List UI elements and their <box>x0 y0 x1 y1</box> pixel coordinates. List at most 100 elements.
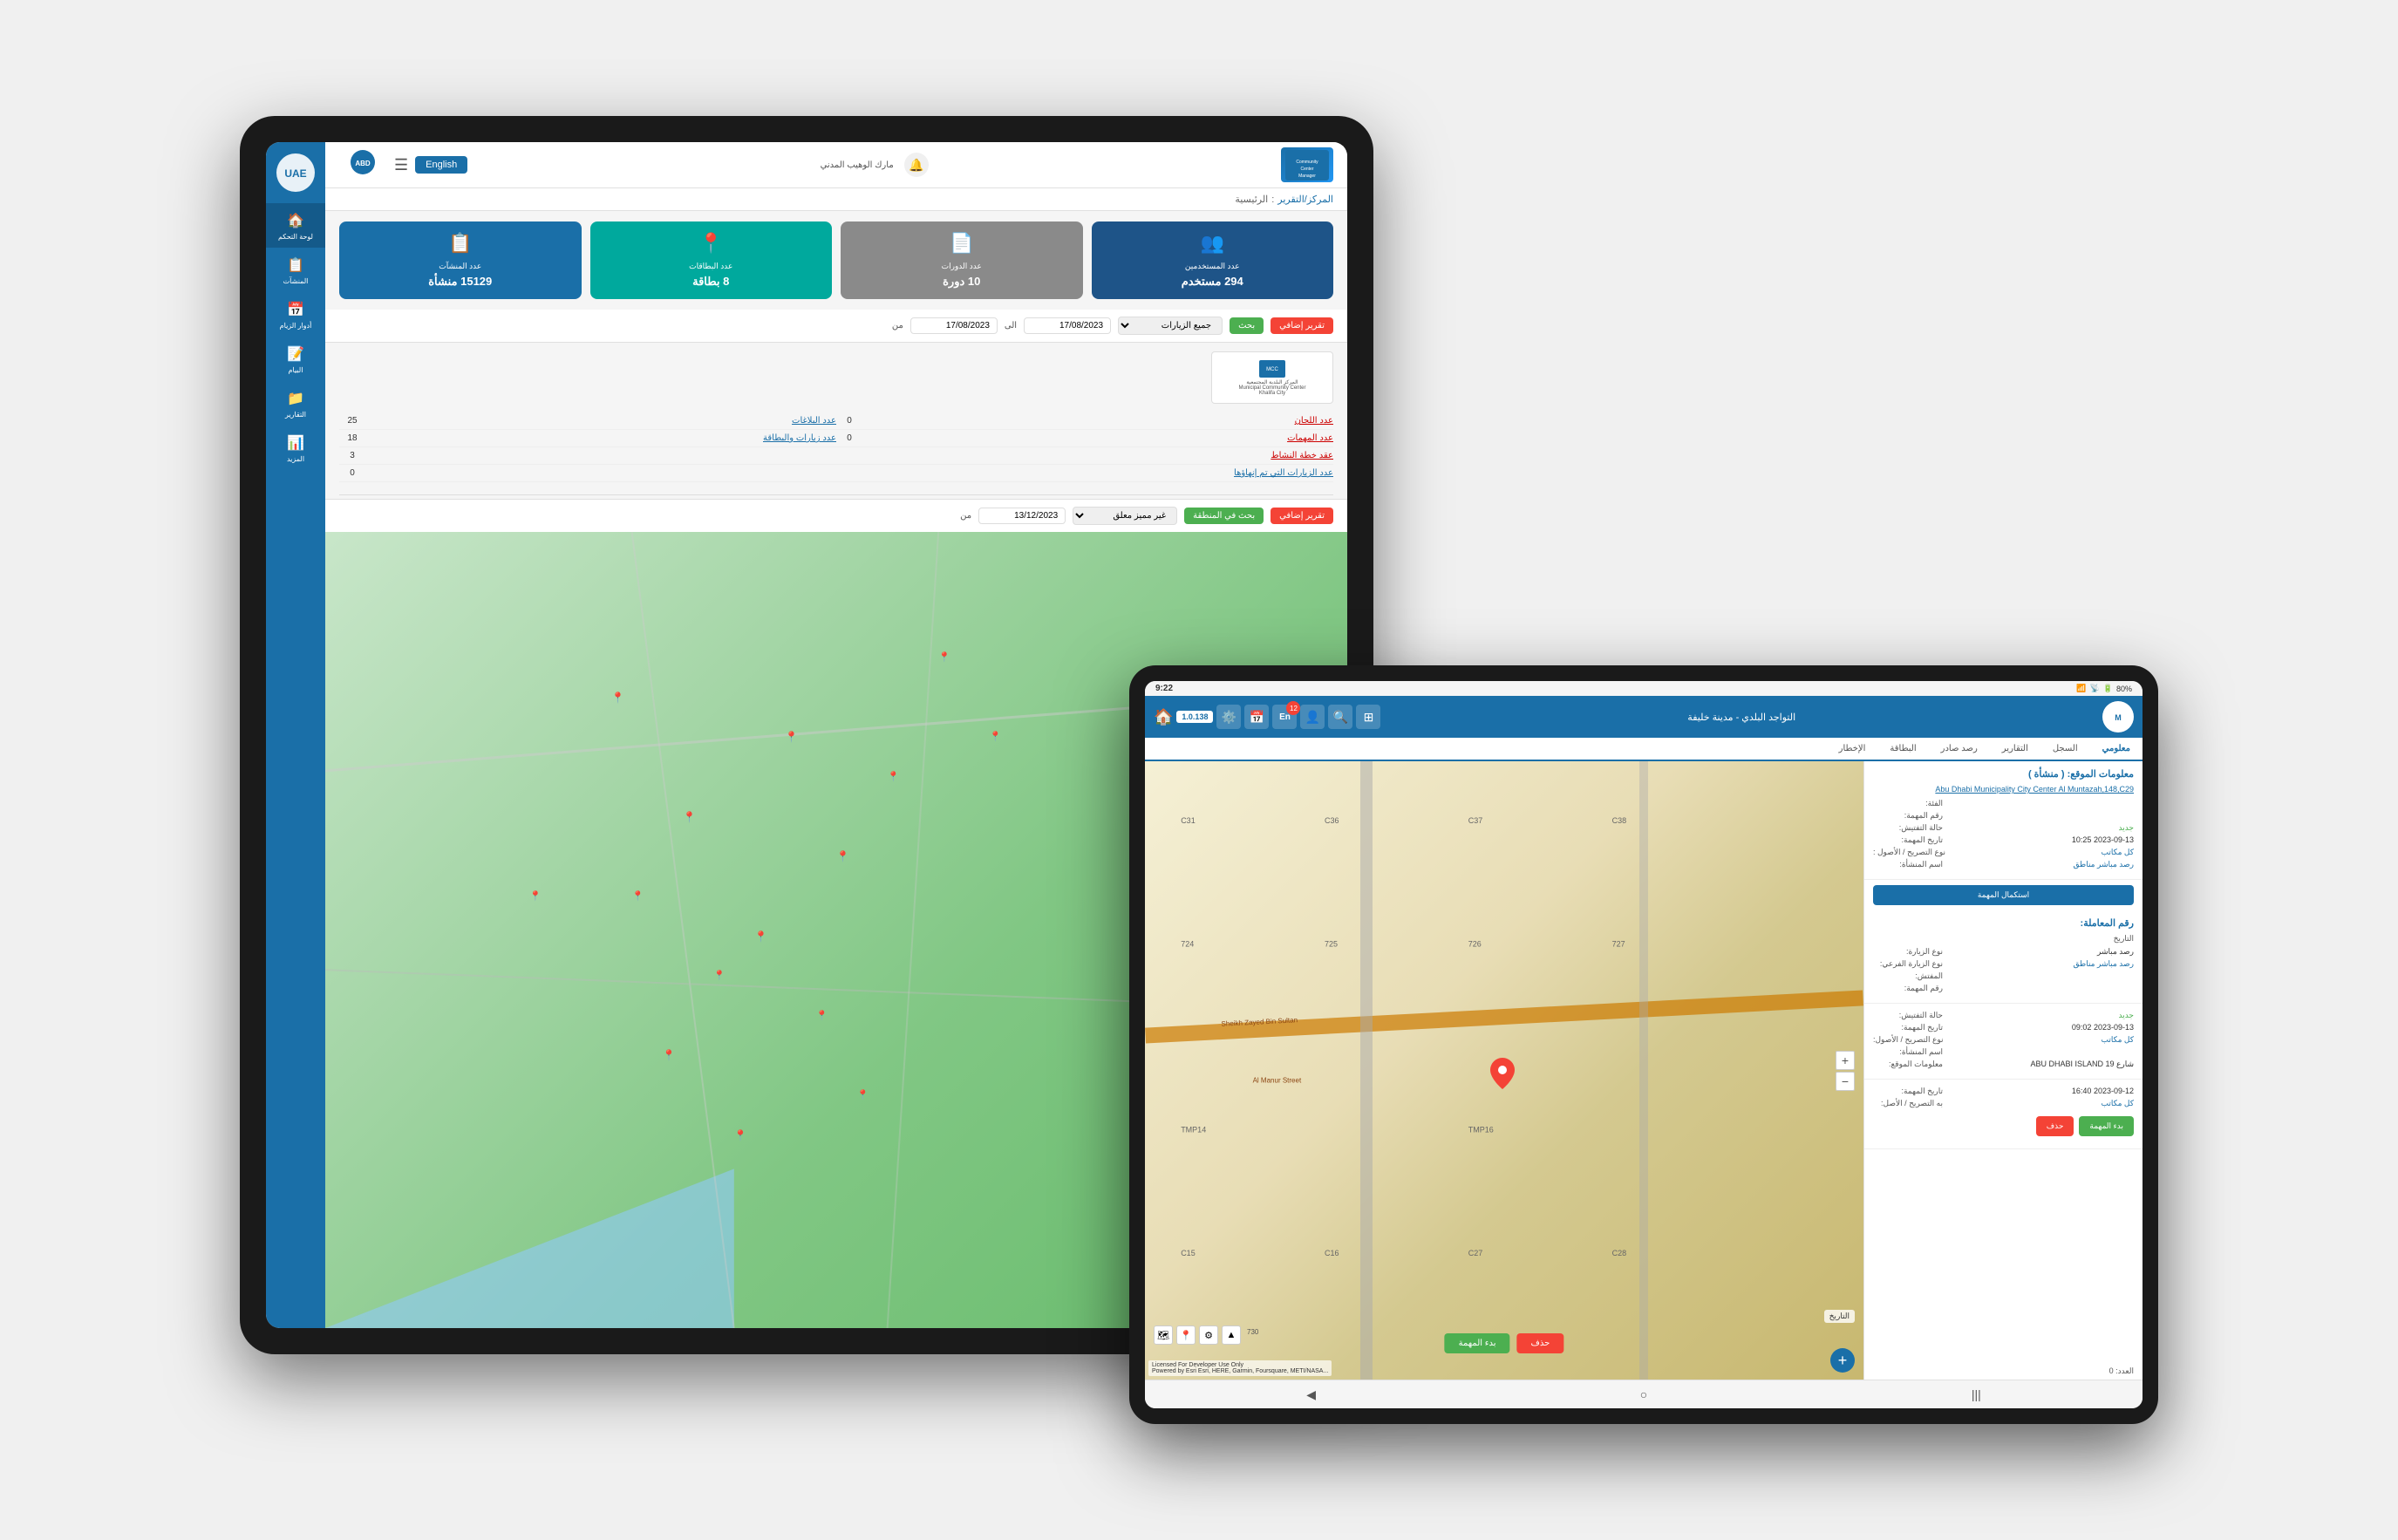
status2-key: حالة التفتيش: <box>1873 1011 1943 1020</box>
panel-row-facility-name: رصد مباشر مناطق اسم المنشأة: <box>1873 860 2134 869</box>
col3-label[interactable]: عدد اللجان <box>862 416 1333 426</box>
menu-nav-button[interactable]: ||| <box>1959 1386 1993 1403</box>
to-date-input[interactable] <box>1024 317 1111 334</box>
complete-button-area: استكمال المهمة <box>1864 880 2143 910</box>
sidebar-item-schedule[interactable]: 📅 أدوار الزيام <box>266 292 325 337</box>
new-report-button[interactable]: تقرير إضافي <box>1271 317 1333 334</box>
col6-label[interactable]: عدد الزيارات التي تم إنهاؤها <box>365 468 1333 478</box>
map-pin-green2[interactable]: 📍 <box>754 930 767 943</box>
map-pin-red3[interactable]: 📍 <box>632 890 644 902</box>
settings-icon[interactable]: ⚙️ <box>1216 705 1241 729</box>
zoom-out-button[interactable]: − <box>1836 1072 1855 1091</box>
start-task-map-button[interactable]: بدء المهمة <box>1445 1333 1510 1353</box>
new-report-button2[interactable]: تقرير إضافي <box>1271 508 1333 524</box>
search-icon[interactable]: 🔍 <box>1328 705 1352 729</box>
sidebar-item-home[interactable]: 🏠 لوحة التحكم <box>266 203 325 248</box>
svg-text:ABD: ABD <box>355 160 371 167</box>
location-tool[interactable]: 📍 <box>1176 1325 1196 1345</box>
calendar-icon[interactable]: 📅 <box>1244 705 1269 729</box>
delete-map-button[interactable]: حذف <box>1517 1333 1564 1353</box>
search-button[interactable]: بحث <box>1230 317 1264 334</box>
sidebar-item-facilities[interactable]: 📋 المنشآت <box>266 248 325 292</box>
location-link[interactable]: Abu Dhabi Municipality City Center Al Mu… <box>1873 785 2134 794</box>
visits-dropdown[interactable]: جميع الزيارات <box>1118 317 1223 335</box>
permit2-key: نوع التصريح / الأصول: <box>1873 1035 1944 1045</box>
col4-label[interactable]: عدد المهمات <box>862 433 1333 443</box>
panel-row-location2: شارع 19 ABU DHABI ISLAND معلومات الموقع: <box>1873 1060 2134 1069</box>
add-button[interactable]: + <box>1830 1348 1855 1373</box>
search-area-button[interactable]: بحث في المنطقة <box>1184 508 1264 524</box>
start-task-button[interactable]: بدء المهمة <box>2079 1116 2134 1136</box>
map-pin-green6[interactable]: 📍 <box>856 1089 869 1100</box>
en-badge-icon[interactable]: En 12 <box>1272 705 1297 729</box>
settings-tool[interactable]: ⚙ <box>1199 1325 1218 1345</box>
col1-label[interactable]: عدد البلاغات <box>365 416 836 426</box>
sidebar-item-reports[interactable]: 📁 التقارير <box>266 381 325 426</box>
english-button[interactable]: English <box>415 156 467 174</box>
community-center-logo: MCC المركز البلدية المجتمعية Municipal C… <box>1211 351 1333 404</box>
map-pin-red5[interactable]: 📍 <box>611 692 624 704</box>
svg-text:C31: C31 <box>1181 816 1196 825</box>
zoom-in-button[interactable]: + <box>1836 1051 1855 1070</box>
col2-label[interactable]: عدد زيارات والبطاقة <box>365 433 836 443</box>
back-nav-button[interactable]: ◀ <box>1294 1386 1329 1403</box>
app-header: M التواجد البلدي - مدينة خليفة ⊞ 🔍 👤 En … <box>1145 696 2143 738</box>
tab-reports[interactable]: التقارير <box>1990 738 2040 761</box>
facilities-label: عدد المنشآت <box>439 262 481 271</box>
facilities-icon: 📋 <box>285 255 306 276</box>
stat-card-users[interactable]: 👥 عدد المستخدمين 294 مستخدم <box>1092 221 1334 299</box>
tab-card[interactable]: البطاقة <box>1877 738 1928 761</box>
stat-card-courses[interactable]: 📄 عدد الدورات 10 دورة <box>841 221 1083 299</box>
task-date-key: تاريخ المهمة: <box>1873 835 1943 845</box>
status-time: 9:22 <box>1155 684 1173 693</box>
map-pin-green1[interactable]: 📍 <box>683 811 696 823</box>
person-icon[interactable]: 👤 <box>1300 705 1325 729</box>
tab-info[interactable]: معلومي <box>2090 738 2143 761</box>
messages-icon: 📝 <box>285 344 306 365</box>
map-pin-red[interactable]: 📍 <box>785 731 798 743</box>
sidebar-logo: UAE <box>274 151 317 194</box>
selected-count: العدد: 0 <box>1864 1363 2143 1380</box>
col5-label[interactable]: عقد خطة النشاط <box>365 451 1333 460</box>
map-pin-red7[interactable]: 📍 <box>529 890 542 902</box>
panel-row-permit3: كل مكاتب به التصريح / الأصل: <box>1873 1099 2134 1108</box>
tab-monitor[interactable]: رصد صادر <box>1929 738 1990 761</box>
map-marker[interactable] <box>1490 1058 1515 1094</box>
sidebar-item-messages[interactable]: 📝 البيام <box>266 337 325 381</box>
map-pin-green7[interactable]: 📍 <box>734 1129 747 1141</box>
stat-card-facilities[interactable]: 📋 عدد المنشآت 15129 منشأة <box>339 221 582 299</box>
header-center: 🔔 مارك الوهيب المدني <box>821 153 929 177</box>
tab-notification[interactable]: الإخطار <box>1827 738 1878 761</box>
svg-text:C27: C27 <box>1468 1249 1483 1257</box>
center-logo-area: MCC المركز البلدية المجتمعية Municipal C… <box>325 343 1347 412</box>
map-pin-red2[interactable]: 📍 <box>836 850 849 862</box>
layers-tool[interactable]: 🗺 <box>1154 1325 1173 1345</box>
community-logo-line3: Khalifa City <box>1259 391 1285 396</box>
tab-record[interactable]: السجل <box>2040 738 2090 761</box>
reports-icon: 📁 <box>285 388 306 409</box>
map-pin-red4[interactable]: 📍 <box>816 1010 828 1021</box>
map-pin-green3[interactable]: 📍 <box>713 970 726 981</box>
hamburger-menu[interactable]: ☰ <box>394 156 408 174</box>
header-logo-right: ABD <box>339 147 387 182</box>
map-pin-green8[interactable]: 📍 <box>990 731 1002 742</box>
from-date-input[interactable] <box>910 317 998 334</box>
notification-bell[interactable]: 🔔 <box>904 153 929 177</box>
map-pin-red6[interactable]: 📍 <box>938 651 950 663</box>
stat-card-cards[interactable]: 📍 عدد البطاقات 8 بطاقة <box>590 221 833 299</box>
bottom-date-input[interactable] <box>978 508 1066 524</box>
home-nav-button[interactable]: ○ <box>1626 1386 1661 1403</box>
grid-icon[interactable]: ⊞ <box>1356 705 1380 729</box>
sidebar-schedule-label: أدوار الزيام <box>280 322 312 330</box>
sidebar-item-more[interactable]: 📊 المزيد <box>266 426 325 470</box>
panel-row-permit-type: كل مكاتب نوع التصريح / الأصول : <box>1873 848 2134 857</box>
delete-button[interactable]: حذف <box>2036 1116 2074 1136</box>
complete-task-button[interactable]: استكمال المهمة <box>1873 885 2134 905</box>
filter-tool[interactable]: ▲ <box>1222 1325 1241 1345</box>
home-icon[interactable]: 🏠 <box>1154 708 1173 726</box>
table-row: عدد الزيارات التي تم إنهاؤها 0 <box>339 465 1333 482</box>
map-pin-green5[interactable]: 📍 <box>663 1049 676 1061</box>
svg-text:Al Manur Street: Al Manur Street <box>1253 1077 1302 1085</box>
pending-dropdown[interactable]: غير مميز معلق <box>1073 507 1177 525</box>
map-pin-green4[interactable]: 📍 <box>888 771 900 782</box>
